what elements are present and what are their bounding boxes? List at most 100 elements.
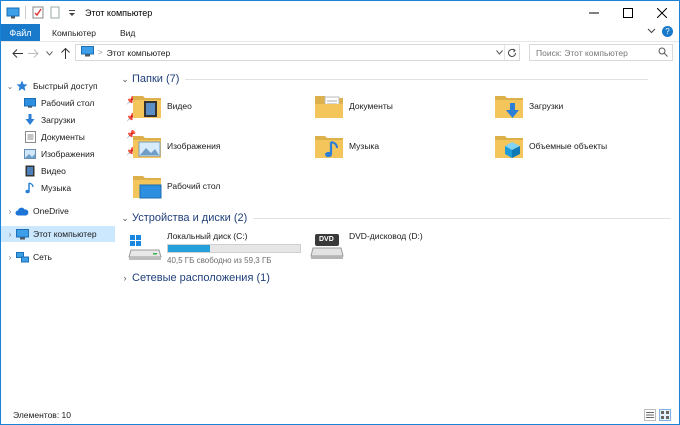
drive-usage-fill (168, 245, 210, 252)
forward-button[interactable] (25, 45, 41, 61)
breadcrumb[interactable]: Этот компьютер (107, 48, 171, 58)
address-row: > Этот компьютер Поиск: Этот компьютер (1, 42, 679, 64)
title-bar: Этот компьютер (1, 1, 679, 24)
back-button[interactable] (9, 45, 25, 61)
chevron-down-icon[interactable]: ⌄ (119, 74, 131, 85)
folder-music[interactable]: Музыка (313, 128, 379, 164)
recent-locations-button[interactable] (41, 45, 57, 61)
chevron-down-icon[interactable]: ⌄ (5, 82, 15, 91)
documents-folder-icon (313, 90, 345, 122)
nav-item-videos[interactable]: Видео (23, 163, 66, 179)
nav-item-music[interactable]: Музыка (23, 180, 71, 196)
drive-d[interactable]: DVD DVD-дисковод (D:) (309, 230, 423, 262)
breadcrumb-separator-icon[interactable]: > (98, 48, 103, 57)
network-icon (15, 250, 29, 264)
nav-item-downloads[interactable]: Загрузки 📌 (23, 112, 136, 128)
ribbon-right: ? (647, 26, 673, 37)
minimize-button[interactable] (577, 1, 611, 24)
drive-details: Локальный диск (C:) 40,5 ГБ свободно из … (167, 230, 301, 265)
folder-videos[interactable]: Видео (131, 88, 192, 124)
nav-label: Документы (41, 132, 85, 142)
drive-c[interactable]: Локальный диск (C:) 40,5 ГБ свободно из … (127, 230, 301, 265)
refresh-button[interactable] (504, 45, 519, 60)
nav-label: Загрузки (41, 115, 76, 125)
chevron-right-icon[interactable]: › (5, 253, 15, 262)
nav-label: Изображения (41, 149, 95, 159)
search-input[interactable]: Поиск: Этот компьютер (529, 44, 673, 61)
nav-label: Рабочий стол (41, 98, 95, 108)
item-count: Элементов: 10 (13, 410, 71, 420)
documents-icon (23, 130, 37, 144)
nav-network[interactable]: › Сеть (5, 249, 52, 265)
chevron-down-icon[interactable]: ⌄ (119, 213, 131, 224)
chevron-right-icon[interactable]: › (119, 273, 131, 283)
expand-ribbon-icon[interactable] (647, 26, 656, 37)
nav-label: Быстрый доступ (33, 81, 98, 91)
drive-usage-bar (167, 244, 301, 253)
search-placeholder: Поиск: Этот компьютер (536, 47, 628, 58)
chevron-right-icon[interactable]: › (5, 207, 15, 216)
tab-file[interactable]: Файл (1, 24, 40, 41)
nav-item-pictures[interactable]: Изображения 📌 (23, 146, 136, 162)
nav-item-desktop[interactable]: Рабочий стол 📌 (23, 95, 136, 111)
nav-this-pc[interactable]: › Этот компьютер (1, 226, 115, 242)
window-title: Этот компьютер (85, 7, 153, 18)
tiles-view-icon[interactable] (659, 409, 671, 421)
folder-documents[interactable]: Документы (313, 88, 393, 124)
music-folder-icon (313, 130, 345, 162)
dvd-drive-icon: DVD (309, 230, 345, 262)
search-icon[interactable] (658, 47, 668, 59)
pc-icon (15, 227, 29, 241)
folder-downloads[interactable]: Загрузки (493, 88, 563, 124)
drive-free-space: 40,5 ГБ свободно из 59,3 ГБ (167, 256, 272, 265)
address-dropdown-icon[interactable] (496, 48, 503, 57)
tab-computer[interactable]: Компьютер (40, 24, 108, 41)
folder-label: Объемные объекты (529, 141, 608, 151)
group-folders[interactable]: ⌄ Папки (7) (119, 71, 649, 87)
nav-label: Видео (41, 166, 66, 176)
content-pane: ⌄ Папки (7) Видео Документы Загрузки Изо… (119, 64, 679, 404)
pc-icon[interactable] (6, 6, 20, 20)
maximize-button[interactable] (611, 1, 645, 24)
pc-icon (81, 46, 94, 59)
group-title: Папки (7) (132, 73, 180, 85)
new-folder-icon[interactable] (48, 6, 62, 20)
group-network[interactable]: › Сетевые расположения (1) (119, 270, 270, 286)
tab-view[interactable]: Вид (108, 24, 147, 41)
nav-label: OneDrive (33, 206, 69, 216)
customize-toolbar-icon[interactable] (65, 6, 79, 20)
folder-label: Музыка (349, 141, 380, 151)
group-divider (185, 78, 649, 80)
details-view-icon[interactable] (644, 409, 656, 421)
help-icon[interactable]: ? (662, 26, 673, 37)
close-button[interactable] (645, 1, 679, 24)
folder-desktop[interactable]: Рабочий стол (131, 168, 220, 204)
folder-3d-objects[interactable]: Объемные объекты (493, 128, 607, 164)
group-title: Сетевые расположения (1) (132, 272, 270, 284)
nav-quick-access[interactable]: ⌄ Быстрый доступ (5, 78, 98, 94)
pictures-icon (23, 147, 37, 161)
drive-name: Локальный диск (C:) (167, 231, 248, 241)
nav-label: Музыка (41, 183, 72, 193)
desktop-folder-icon (131, 170, 163, 202)
cloud-icon (15, 204, 29, 218)
folder-label: Изображения (167, 141, 221, 151)
nav-label: Сеть (33, 252, 52, 262)
group-title: Устройства и диски (2) (132, 212, 248, 224)
address-bar[interactable]: > Этот компьютер (75, 44, 520, 61)
3d-objects-folder-icon (493, 130, 525, 162)
group-devices[interactable]: ⌄ Устройства и диски (2) (119, 210, 672, 226)
nav-onedrive[interactable]: › OneDrive (5, 203, 69, 219)
folder-pictures[interactable]: Изображения (131, 128, 220, 164)
star-icon (15, 79, 29, 93)
nav-item-documents[interactable]: Документы 📌 (23, 129, 136, 145)
explorer-window: Этот компьютер Файл Компьютер Вид ? > Эт… (0, 0, 680, 425)
nav-label: Этот компьютер (33, 229, 97, 239)
pictures-folder-icon (131, 130, 163, 162)
properties-icon[interactable] (31, 6, 45, 20)
chevron-right-icon[interactable]: › (5, 230, 15, 239)
desktop-icon (23, 96, 37, 110)
status-bar: Элементов: 10 (1, 405, 679, 425)
video-icon (23, 164, 37, 178)
up-button[interactable] (57, 45, 73, 61)
